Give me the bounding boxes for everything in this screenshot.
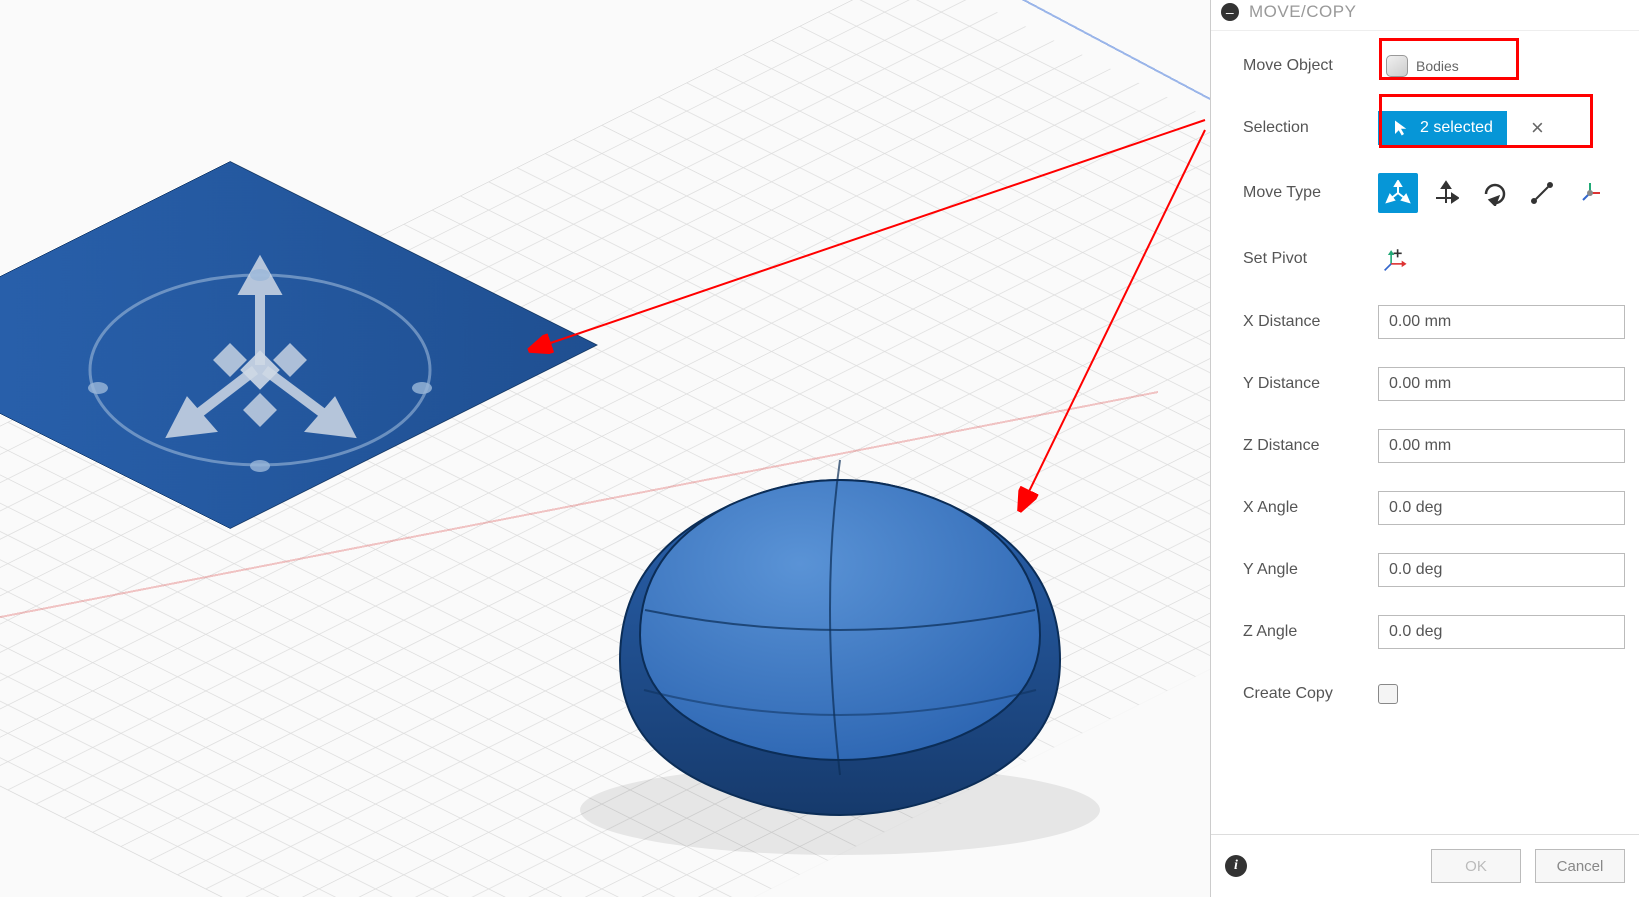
annotation-arrows (0, 0, 1210, 897)
input-y-angle[interactable] (1378, 553, 1625, 587)
move-type-rotate-icon[interactable] (1474, 173, 1514, 213)
input-x-distance[interactable] (1378, 305, 1625, 339)
panel-body: Move Object Bodies Selection 2 selected … (1211, 31, 1639, 834)
move-type-translate-icon[interactable] (1426, 173, 1466, 213)
label-x-angle: X Angle (1243, 499, 1378, 517)
label-selection: Selection (1243, 119, 1378, 137)
row-move-object: Move Object Bodies (1243, 49, 1625, 83)
row-x-distance: X Distance (1243, 305, 1625, 339)
input-y-distance[interactable] (1378, 367, 1625, 401)
label-z-distance: Z Distance (1243, 437, 1378, 455)
cancel-button[interactable]: Cancel (1535, 849, 1625, 883)
clear-selection-icon[interactable]: × (1525, 115, 1550, 141)
row-y-distance: Y Distance (1243, 367, 1625, 401)
input-z-angle[interactable] (1378, 615, 1625, 649)
move-copy-panel: – MOVE/COPY Move Object Bodies Selection (1210, 0, 1639, 897)
row-selection: Selection 2 selected × (1243, 111, 1625, 145)
move-type-point-icon[interactable] (1570, 173, 1610, 213)
label-y-angle: Y Angle (1243, 561, 1378, 579)
move-type-scale-icon[interactable] (1522, 173, 1562, 213)
row-y-angle: Y Angle (1243, 553, 1625, 587)
row-z-angle: Z Angle (1243, 615, 1625, 649)
move-object-value: Bodies (1416, 58, 1459, 74)
collapse-icon[interactable]: – (1221, 3, 1239, 21)
row-create-copy: Create Copy (1243, 677, 1625, 711)
label-x-distance: X Distance (1243, 313, 1378, 331)
viewport-3d[interactable] (0, 0, 1210, 897)
info-icon[interactable]: i (1225, 855, 1247, 877)
label-set-pivot: Set Pivot (1243, 250, 1378, 268)
selection-badge[interactable]: 2 selected (1378, 111, 1507, 145)
set-pivot-button[interactable] (1378, 241, 1414, 277)
panel-title: MOVE/COPY (1249, 2, 1356, 22)
label-move-type: Move Type (1243, 184, 1378, 202)
label-move-object: Move Object (1243, 57, 1378, 75)
row-set-pivot: Set Pivot (1243, 241, 1625, 277)
move-object-dropdown[interactable]: Bodies (1378, 51, 1467, 81)
panel-header: – MOVE/COPY (1211, 0, 1639, 31)
cursor-icon (1392, 119, 1410, 137)
input-z-distance[interactable] (1378, 429, 1625, 463)
create-copy-checkbox[interactable] (1378, 684, 1398, 704)
input-x-angle[interactable] (1378, 491, 1625, 525)
label-y-distance: Y Distance (1243, 375, 1378, 393)
move-type-free-icon[interactable] (1378, 173, 1418, 213)
label-z-angle: Z Angle (1243, 623, 1378, 641)
label-create-copy: Create Copy (1243, 685, 1378, 703)
selection-count: 2 selected (1420, 119, 1493, 137)
bodies-icon (1386, 55, 1408, 77)
panel-footer: i OK Cancel (1211, 834, 1639, 897)
row-move-type: Move Type (1243, 173, 1625, 213)
row-z-distance: Z Distance (1243, 429, 1625, 463)
ok-button[interactable]: OK (1431, 849, 1521, 883)
row-x-angle: X Angle (1243, 491, 1625, 525)
